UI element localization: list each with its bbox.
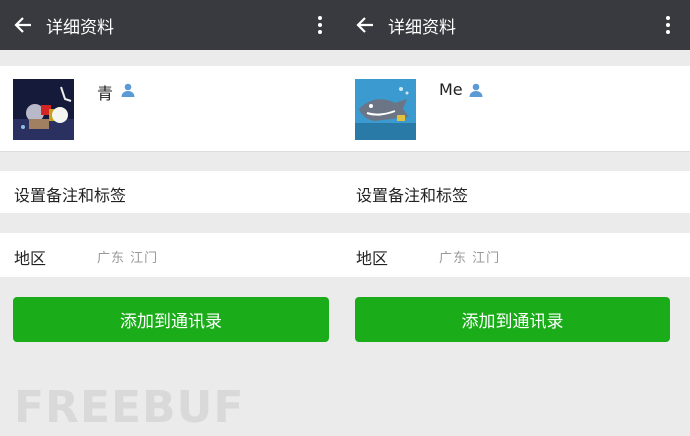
back-arrow-icon: [356, 17, 373, 33]
add-to-contacts-button[interactable]: 添加到通讯录: [355, 297, 670, 342]
watermark: FREEBUF: [14, 382, 245, 433]
profile-panel-2: 详细资料 Me 设置备注和标签 地区 广东 江门 添加到通讯录: [342, 0, 690, 436]
contact-name: Me: [439, 80, 463, 99]
contact-name: 青: [97, 84, 114, 103]
person-icon: [121, 83, 135, 97]
remark-tag-row[interactable]: 设置备注和标签: [342, 171, 690, 213]
avatar[interactable]: [355, 79, 416, 140]
more-button[interactable]: [312, 0, 328, 50]
region-label: 地区: [14, 249, 47, 268]
avatar[interactable]: [13, 79, 74, 140]
more-vertical-icon: [318, 16, 322, 34]
region-row: 地区 广东 江门: [342, 233, 690, 277]
back-arrow-icon: [14, 17, 31, 33]
page-title: 详细资料: [388, 17, 456, 38]
region-row: 地区 广东 江门: [0, 233, 342, 277]
top-bar: 详细资料: [0, 0, 342, 50]
back-button[interactable]: [0, 0, 46, 50]
more-vertical-icon: [666, 16, 670, 34]
back-button[interactable]: [342, 0, 388, 50]
more-button[interactable]: [660, 0, 676, 50]
remark-tag-label: 设置备注和标签: [356, 186, 469, 205]
profile-card: Me: [342, 66, 690, 152]
add-to-contacts-button[interactable]: 添加到通讯录: [13, 297, 329, 342]
profile-panel-1: 详细资料 青 设置备注和标签 地区 广东 江门 添加到通讯录 FREEBUF: [0, 0, 342, 436]
top-bar: 详细资料: [342, 0, 690, 50]
page-title: 详细资料: [46, 17, 114, 38]
profile-card: 青: [0, 66, 342, 152]
remark-tag-label: 设置备注和标签: [14, 186, 127, 205]
region-value: 广东 江门: [439, 251, 501, 266]
region-label: 地区: [356, 249, 389, 268]
region-value: 广东 江门: [97, 251, 159, 266]
person-icon: [469, 83, 483, 97]
remark-tag-row[interactable]: 设置备注和标签: [0, 171, 342, 213]
